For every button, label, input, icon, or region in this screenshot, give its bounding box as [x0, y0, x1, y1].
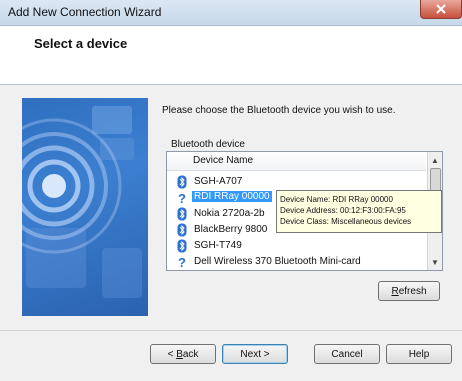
back-button-mnemonic: B: [176, 349, 183, 360]
list-item[interactable]: SGH-T749: [167, 238, 426, 254]
close-button[interactable]: [420, 0, 462, 19]
cancel-button-label: Cancel: [331, 349, 363, 360]
device-name: SGH-A707: [194, 176, 243, 187]
device-name: Dell Wireless 370 Bluetooth Mini-card: [194, 256, 361, 267]
bluetooth-icon: [177, 223, 187, 237]
bluetooth-icon: [177, 239, 187, 253]
bluetooth-device-label: Bluetooth device: [171, 139, 245, 150]
refresh-button-rest: efresh: [398, 286, 427, 297]
unknown-device-icon: ?: [178, 255, 186, 269]
close-icon: [436, 4, 446, 14]
window-title: Add New Connection Wizard: [8, 5, 162, 19]
svg-text:?: ?: [178, 255, 186, 269]
unknown-device-icon: ?: [178, 191, 186, 205]
refresh-button[interactable]: Refresh: [378, 281, 440, 301]
next-button[interactable]: Next >: [222, 344, 288, 364]
list-item[interactable]: SGH-A707: [167, 174, 426, 190]
list-item[interactable]: ? Dell Wireless 370 Bluetooth Mini-card: [167, 254, 426, 270]
refresh-button-mnemonic: R: [391, 286, 399, 297]
tooltip-device-address: Device Address: 00:12:F3:00:FA:95: [280, 206, 406, 215]
svg-text:?: ?: [178, 191, 186, 205]
footer-separator: [0, 330, 462, 331]
back-button-prefix: <: [167, 349, 177, 360]
bluetooth-icon: [177, 175, 187, 189]
back-button-rest: ack: [182, 349, 199, 360]
help-button-label: Help: [408, 349, 430, 360]
wizard-window: Add New Connection Wizard Select a devic…: [0, 0, 462, 381]
device-name: Nokia 2720a-2b: [194, 208, 265, 219]
tooltip-device-name: Device Name: RDI RRay 00000: [280, 195, 393, 204]
title-bar[interactable]: Add New Connection Wizard: [0, 0, 462, 26]
help-button[interactable]: Help: [386, 344, 452, 364]
page-title: Select a device: [34, 36, 128, 51]
column-header-device-name[interactable]: Device Name: [167, 152, 426, 171]
column-header-label: Device Name: [193, 155, 254, 166]
next-button-label: Next >: [240, 349, 270, 360]
back-button[interactable]: < Back: [150, 344, 216, 364]
scroll-up-arrow-icon[interactable]: ▲: [431, 156, 439, 165]
scroll-down-arrow-icon[interactable]: ▼: [431, 258, 439, 267]
cancel-button[interactable]: Cancel: [314, 344, 380, 364]
bluetooth-signal-illustration: [22, 106, 142, 298]
bluetooth-icon: [177, 207, 187, 221]
wizard-header: Select a device: [0, 26, 462, 85]
device-name: SGH-T749: [194, 240, 242, 251]
device-name: BlackBerry 9800: [194, 224, 268, 235]
tooltip-device-class: Device Class: Miscellaneous devices: [280, 217, 412, 226]
wizard-illustration: [22, 98, 148, 316]
instruction-text: Please choose the Bluetooth device you w…: [162, 105, 396, 116]
device-name: RDI RRay 00000: [192, 191, 272, 202]
device-tooltip: Device Name: RDI RRay 00000 Device Addre…: [276, 190, 442, 233]
